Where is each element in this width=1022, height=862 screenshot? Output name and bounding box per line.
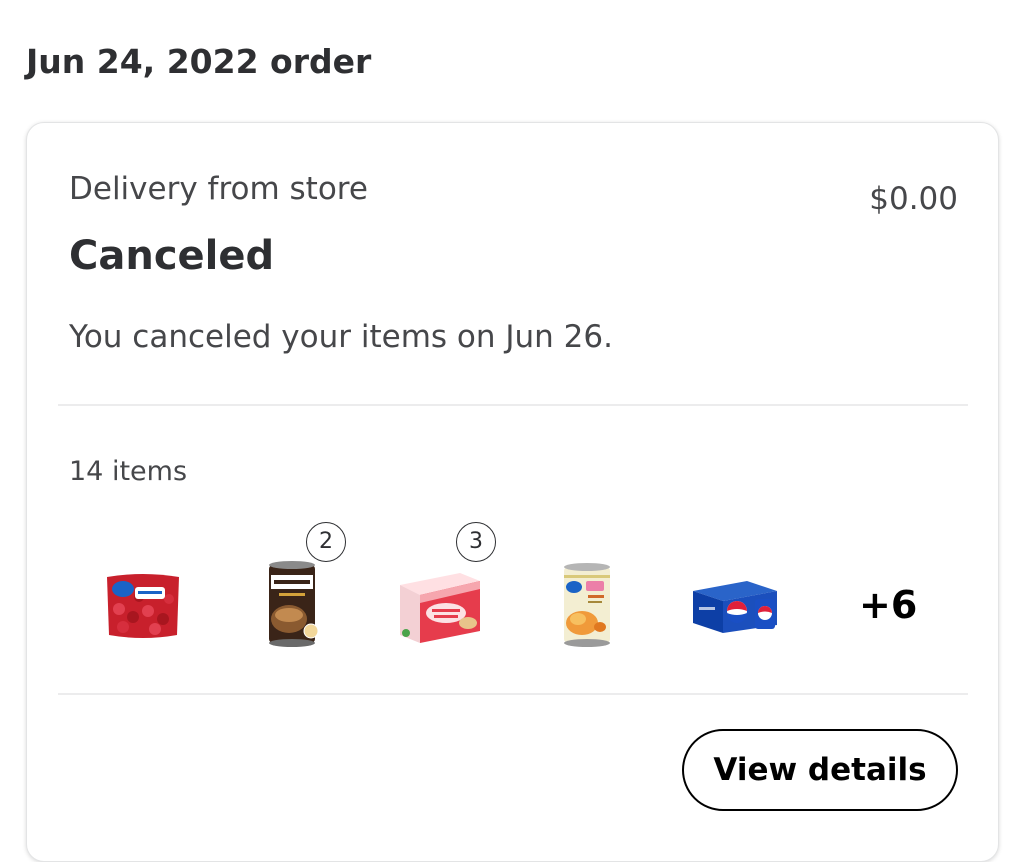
frozen-strawberries-bag-icon bbox=[107, 574, 179, 638]
fulfillment-type: Delivery from store bbox=[69, 171, 368, 207]
jammy-sammy-box-icon bbox=[400, 573, 480, 643]
peaches-can-icon bbox=[564, 563, 610, 647]
item-thumbnail-pepsi[interactable] bbox=[685, 553, 785, 653]
manwich-can-icon bbox=[269, 561, 319, 647]
quantity-badge: 3 bbox=[456, 522, 496, 562]
more-items-count: +6 bbox=[859, 583, 918, 627]
view-details-button[interactable]: View details bbox=[682, 729, 958, 811]
order-status: Canceled bbox=[69, 233, 275, 279]
item-thumbnail-peaches[interactable] bbox=[536, 553, 636, 653]
item-thumbnail-strawberries[interactable] bbox=[93, 553, 193, 653]
divider bbox=[58, 693, 968, 695]
order-card: Delivery from store $0.00 Canceled You c… bbox=[26, 122, 999, 862]
item-thumbnail-jammy-sammy[interactable]: 3 bbox=[390, 522, 496, 653]
divider bbox=[58, 404, 968, 406]
item-thumbnail-manwich[interactable]: 2 bbox=[241, 522, 346, 653]
pepsi-12-pack-icon bbox=[693, 581, 777, 633]
item-count: 14 items bbox=[69, 456, 188, 487]
status-message: You canceled your items on Jun 26. bbox=[69, 319, 613, 355]
quantity-badge: 2 bbox=[306, 522, 346, 562]
order-total: $0.00 bbox=[869, 181, 958, 217]
order-date-heading: Jun 24, 2022 order bbox=[26, 42, 372, 81]
